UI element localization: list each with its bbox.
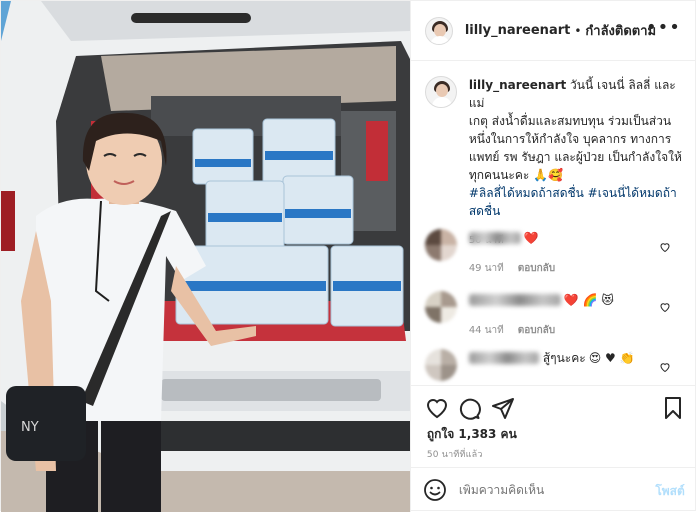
like-count[interactable]: ถูกใจ 1,383 คน [427,425,517,444]
hashtag-jenny[interactable]: #เจนนี่ได้หมดถ้า [588,186,677,200]
hashtag-lilly[interactable]: #ลิลลี่ได้หมดถ้าสดชื่น [469,186,584,200]
comment-item: สู้ๆนะคะ 😍 ♥ 👏 [424,349,687,381]
caption-username[interactable]: lilly_nareenart [469,78,566,92]
caption-text: lilly_nareenart วันนี้ เจนนี่ ลิลลี่ และ… [469,76,687,250]
heart-icon[interactable] [425,396,449,420]
reply-button[interactable]: ตอบกลับ [518,323,555,338]
more-options-icon[interactable]: ••• [646,19,681,37]
smiley-icon[interactable] [423,478,447,502]
post-photo-illustration: NY [1,1,410,512]
comment-time[interactable]: 44 นาที [469,323,504,338]
comment-like-heart-icon[interactable] [659,361,671,373]
comment-emoji: ❤️ 🌈 😻 [563,293,614,307]
post-header: lilly_nareenart • กำลังติดตาม ••• [410,1,696,61]
header-separator: • [574,23,582,38]
instagram-post: NY lilly_nareenart • กำลังติดตาม ••• lil… [0,0,696,512]
commenter-avatar[interactable] [424,291,457,323]
post-photo[interactable]: NY [1,1,410,512]
commenter-avatar[interactable] [424,229,457,261]
commenter-name-blurred[interactable] [468,232,521,244]
post-timestamp[interactable]: 50 นาทีที่แล้ว [427,447,483,461]
commenter-name-blurred[interactable] [468,352,539,364]
caption-avatar[interactable] [424,76,457,108]
author-username[interactable]: lilly_nareenart [465,23,571,38]
comment-text: สู้ๆนะคะ [542,350,586,365]
comment-bubble-icon[interactable] [457,396,481,420]
bookmark-icon[interactable] [661,396,685,420]
hashtag-jenny-cont[interactable]: สดชื่น [469,202,687,220]
comment-like-heart-icon[interactable] [659,241,671,253]
comment-time[interactable]: 49 นาที [469,261,504,276]
commenter-name-blurred[interactable] [468,294,561,306]
caption-line-2: เกตุ ส่งน้ำดื่มและสมทบทุน ร่วมเป็นส่วน [468,114,672,128]
comment-like-heart-icon[interactable] [659,301,671,313]
add-comment-bar: โพสต์ [410,467,696,512]
svg-text:NY: NY [21,420,39,435]
comment-emoji: 😍 ♥ 👏 [588,351,635,365]
post-caption: lilly_nareenart วันนี้ เจนนี่ ลิลลี่ และ… [424,76,687,250]
comment-emoji: ❤️ [523,231,539,245]
post-comment-button[interactable]: โพสต์ [655,482,684,501]
caption-line-4: แพทย์ รพ รัษฎา และผู้ป่วย เป็นกำลังใจให้ [468,150,682,164]
comment-item: ❤️ 49 นาที ตอบกลับ [424,229,687,276]
caption-line-5: ทุกคนนะคะ 🙏🥰 [468,168,564,182]
post-side-panel: lilly_nareenart • กำลังติดตาม ••• lilly_… [409,1,696,512]
author-avatar[interactable] [424,16,453,45]
comment-input[interactable] [458,483,639,497]
comment-item: ❤️ 🌈 😻 44 นาที ตอบกลับ [424,291,687,338]
reply-button[interactable]: ตอบกลับ [518,261,555,276]
paper-plane-icon[interactable] [491,396,515,420]
caption-line-3: หนึ่งในการให้กำลังใจ บุคลากร ทางการ [468,132,672,146]
commenter-avatar[interactable] [424,349,457,381]
